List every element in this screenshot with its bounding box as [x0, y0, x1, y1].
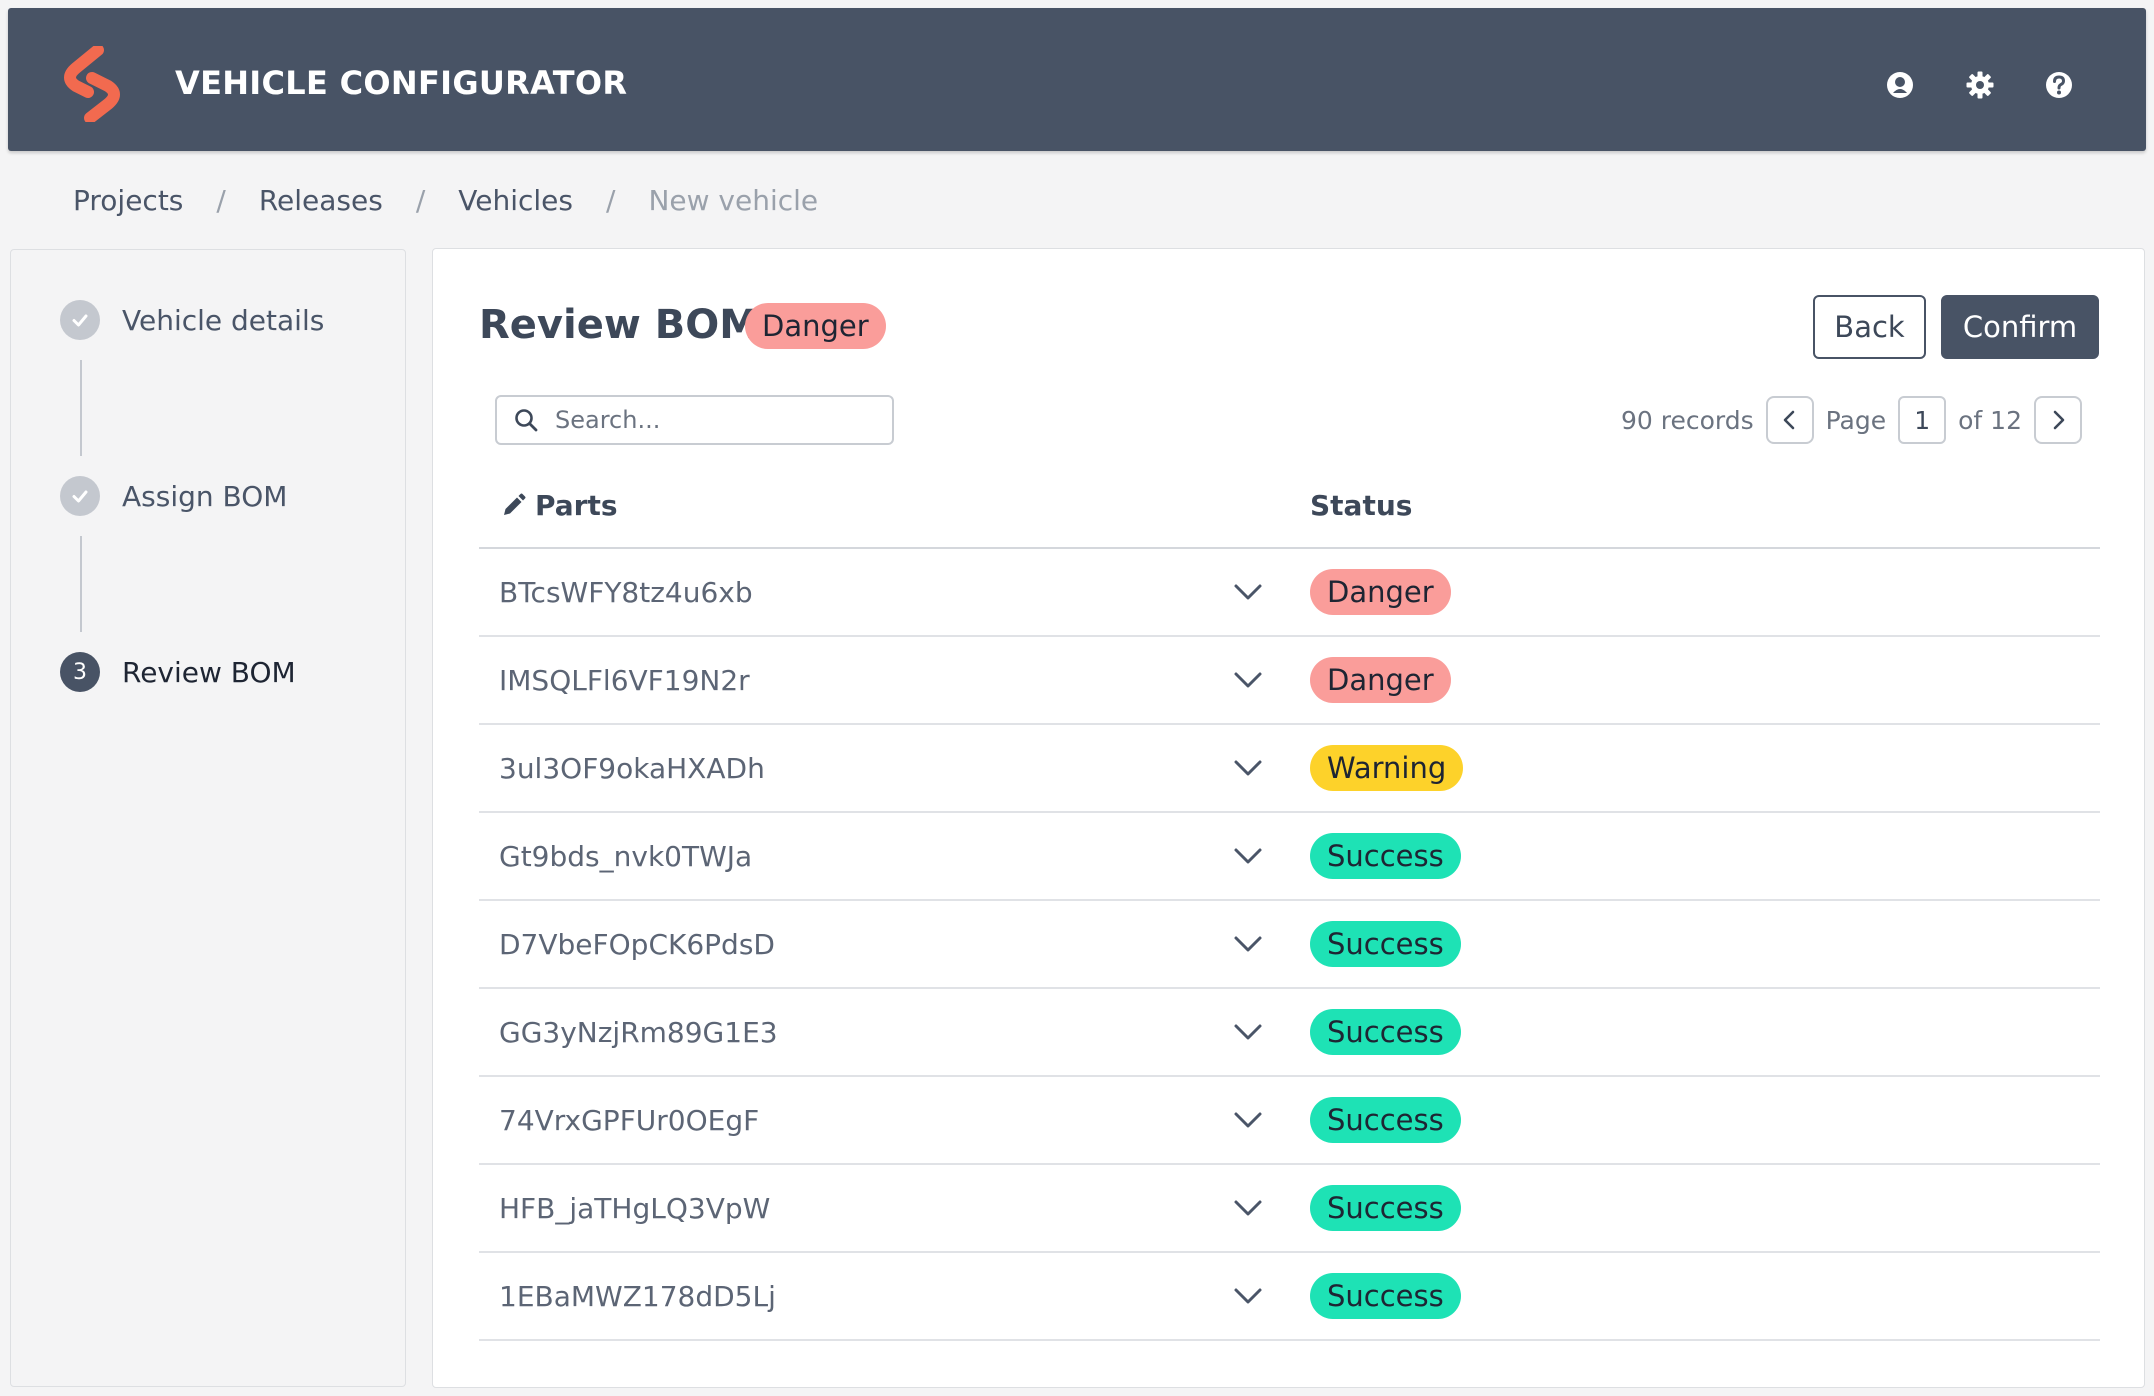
breadcrumb-separator: /	[216, 183, 226, 217]
gear-icon[interactable]	[1965, 70, 1995, 100]
breadcrumb-vehicles[interactable]: Vehicles	[458, 184, 573, 217]
breadcrumb-projects[interactable]: Projects	[73, 184, 183, 217]
table-row[interactable]: Gt9bds_nvk0TWJa Success	[479, 813, 2100, 901]
breadcrumb-separator: /	[415, 183, 426, 217]
table-row[interactable]: D7VbeFOpCK6PdsD Success	[479, 901, 2100, 989]
chevron-down-icon[interactable]	[1231, 663, 1265, 697]
step-connector	[80, 360, 82, 456]
user-icon[interactable]	[1885, 70, 1915, 100]
confirm-button[interactable]: Confirm	[1941, 295, 2099, 359]
table-row[interactable]: 74VrxGPFUr0OEgF Success	[479, 1077, 2100, 1165]
chevron-down-icon[interactable]	[1231, 751, 1265, 785]
part-id: GG3yNzjRm89G1E3	[499, 1015, 778, 1049]
back-button[interactable]: Back	[1813, 295, 1926, 359]
part-id: HFB_jaTHgLQ3VpW	[499, 1191, 771, 1225]
table-header: Parts Status	[479, 467, 2100, 549]
chevron-down-icon[interactable]	[1231, 1191, 1265, 1225]
review-panel: Review BOM Danger Back Confirm 90 record…	[432, 248, 2145, 1388]
table-row[interactable]: BTcsWFY8tz4u6xb Danger	[479, 549, 2100, 637]
prev-page-button[interactable]	[1765, 396, 1814, 444]
part-id: 3ul3OF9okaHXADh	[499, 751, 765, 785]
status-badge: Success	[1310, 1009, 1461, 1055]
step-vehicle-details[interactable]: Vehicle details	[60, 300, 324, 340]
part-id: Gt9bds_nvk0TWJa	[499, 839, 753, 873]
step-connector	[80, 536, 82, 632]
page-title: Review BOM	[479, 302, 760, 348]
table-row[interactable]: 3ul3OF9okaHXADh Warning	[479, 725, 2100, 813]
breadcrumb-current: New vehicle	[648, 183, 819, 217]
pencil-icon	[504, 493, 526, 515]
app-header: VEHICLE CONFIGURATOR	[8, 8, 2146, 151]
chevron-down-icon[interactable]	[1231, 1015, 1265, 1049]
part-id: IMSQLFl6VF19N2r	[499, 663, 750, 697]
step-number: 3	[60, 652, 100, 692]
search-box[interactable]	[495, 395, 894, 445]
part-id: 1EBaMWZ178dD5Lj	[499, 1279, 776, 1313]
help-icon[interactable]	[2044, 70, 2074, 100]
next-page-button[interactable]	[2034, 396, 2082, 444]
status-badge: Success	[1310, 1273, 1461, 1319]
record-count: 90 records	[1620, 405, 1754, 435]
search-icon	[515, 409, 538, 432]
status-badge: Warning	[1310, 745, 1464, 791]
step-sidebar: Vehicle details Assign BOM 3 Review BOM	[10, 249, 406, 1387]
status-badge: Success	[1310, 833, 1461, 879]
table-row[interactable]: GG3yNzjRm89G1E3 Success	[479, 989, 2100, 1077]
chevron-down-icon[interactable]	[1231, 1103, 1265, 1137]
status-badge: Success	[1310, 1185, 1461, 1231]
step-review-bom[interactable]: 3 Review BOM	[60, 652, 296, 692]
parts-table: Parts Status BTcsWFY8tz4u6xb Danger IMSQ…	[479, 467, 2100, 1341]
search-input[interactable]	[553, 405, 873, 435]
chevron-down-icon[interactable]	[1231, 1279, 1265, 1313]
app-title: VEHICLE CONFIGURATOR	[175, 64, 628, 102]
step-label: Assign BOM	[122, 479, 288, 513]
chevron-down-icon[interactable]	[1231, 839, 1265, 873]
step-label: Vehicle details	[122, 303, 325, 337]
chevron-down-icon[interactable]	[1231, 575, 1265, 609]
page-number-input[interactable]: 1	[1898, 396, 1947, 444]
breadcrumb-releases[interactable]: Releases	[259, 184, 383, 217]
status-badge: Success	[1310, 1097, 1461, 1143]
column-header-status: Status	[1310, 489, 1413, 522]
page-label: Page	[1825, 405, 1887, 435]
status-badge: Danger	[1310, 657, 1451, 703]
status-badge: Success	[1310, 921, 1461, 967]
status-badge: Danger	[1310, 569, 1451, 615]
step-label: Review BOM	[122, 655, 296, 689]
breadcrumb: Projects / Releases / Vehicles / New veh…	[73, 178, 818, 222]
table-row[interactable]: 1EBaMWZ178dD5Lj Success	[479, 1253, 2100, 1341]
chevron-down-icon[interactable]	[1231, 927, 1265, 961]
column-label: Parts	[535, 489, 618, 522]
pagination: 90 records Page 1 of 12	[1621, 395, 2082, 445]
step-assign-bom[interactable]: Assign BOM	[60, 476, 287, 516]
status-badge: Danger	[745, 303, 886, 349]
table-row[interactable]: IMSQLFl6VF19N2r Danger	[479, 637, 2100, 725]
app-logo	[64, 46, 120, 122]
part-id: D7VbeFOpCK6PdsD	[499, 927, 775, 961]
table-row[interactable]: HFB_jaTHgLQ3VpW Success	[479, 1165, 2100, 1253]
column-header-parts: Parts	[499, 489, 618, 522]
check-icon	[60, 476, 100, 516]
chevron-left-icon	[1783, 410, 1794, 430]
page-total: of 12	[1958, 405, 2022, 435]
part-id: BTcsWFY8tz4u6xb	[499, 575, 753, 609]
chevron-right-icon	[2053, 410, 2065, 430]
breadcrumb-separator: /	[606, 183, 616, 217]
part-id: 74VrxGPFUr0OEgF	[499, 1103, 760, 1137]
check-icon	[60, 300, 100, 340]
